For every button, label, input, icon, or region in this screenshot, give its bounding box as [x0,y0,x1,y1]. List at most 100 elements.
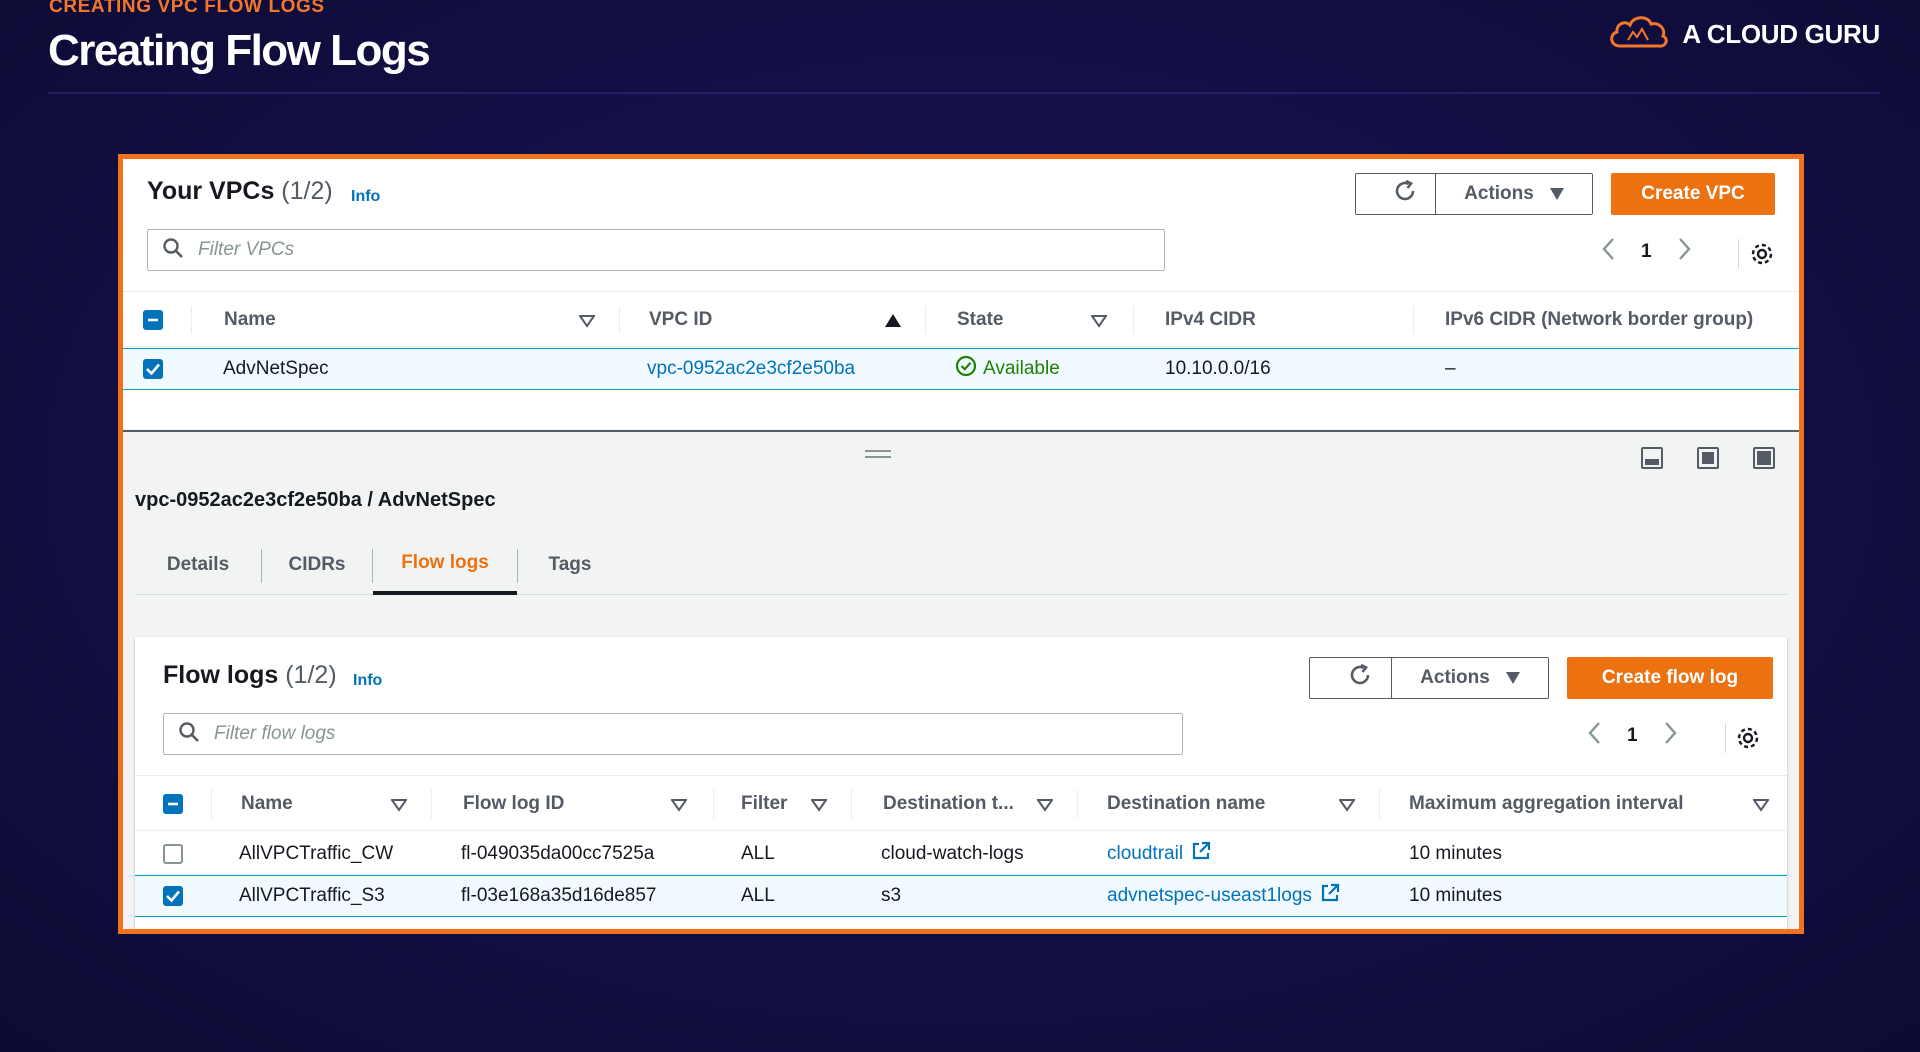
console-frame: Your VPCs (1/2) Info Actions Create VPC … [118,154,1804,934]
col-max-aggregation-interval[interactable]: Maximum aggregation interval [1409,776,1684,832]
col-ipv4-cidr[interactable]: IPv4 CIDR [1165,292,1256,348]
col-ipv6-cidr[interactable]: IPv6 CIDR (Network border group) [1445,292,1753,348]
sort-up-icon[interactable] [885,314,901,327]
tab-flow-logs[interactable]: Flow logs [373,535,517,595]
vpc-ipv6: – [1445,358,1456,379]
sort-down-icon[interactable] [390,798,408,817]
tab-cidrs[interactable]: CIDRs [262,535,372,595]
table-row[interactable]: AdvNetSpec vpc-0952ac2e3cf2e50ba Availab… [123,348,1799,390]
table-row[interactable]: AllVPCTraffic_CW fl-049035da00cc7525a AL… [135,833,1787,875]
vpc-ipv4: 10.10.0.0/16 [1165,358,1271,379]
tab-details[interactable]: Details [135,535,261,595]
vpcs-panel: Your VPCs (1/2) Info Actions Create VPC … [123,159,1799,429]
slide-eyebrow: CREATING VPC FLOW LOGS [49,0,325,17]
vpcs-select-all-checkbox[interactable] [143,310,163,330]
col-destination-type[interactable]: Destination t... [883,776,1014,832]
external-link-icon [1320,883,1340,909]
split-divider[interactable] [123,430,1799,432]
flow-log-filter: ALL [741,885,775,906]
drag-handle-icon[interactable] [865,450,891,458]
col-state[interactable]: State [957,292,1003,348]
search-icon [162,237,184,264]
chevron-right-icon[interactable] [1678,237,1692,267]
flow-logs-actions-label: Actions [1420,667,1490,688]
column-divider [1413,306,1414,334]
refresh-icon [1347,662,1373,694]
flow-logs-actions-button[interactable]: Actions [1391,657,1549,699]
vpc-name: AdvNetSpec [223,358,329,379]
vpcs-info-link[interactable]: Info [351,188,380,206]
chevron-left-icon[interactable] [1587,721,1601,751]
vpcs-settings-icon[interactable] [1749,241,1775,272]
check-circle-icon [955,355,977,383]
vpcs-page-number[interactable]: 1 [1641,241,1652,263]
slide-title: Creating Flow Logs [48,26,431,75]
pager-divider [1738,239,1739,269]
table-row[interactable]: AllVPCTraffic_S3 fl-03e168a35d16de857 AL… [135,875,1787,917]
flow-logs-filter-input[interactable] [214,723,1114,745]
col-vpc-id[interactable]: VPC ID [649,292,712,348]
flow-logs-select-all-checkbox[interactable] [163,794,183,814]
flow-log-dest-link[interactable]: cloudtrail [1107,833,1211,874]
external-link-icon [1191,841,1211,867]
flow-logs-table-header: Name Flow log ID Filter Destination t...… [135,775,1787,831]
row-checkbox[interactable] [163,886,183,906]
vpcs-pagination: 1 [1601,237,1692,267]
flow-log-interval: 10 minutes [1409,885,1502,906]
dest-name-text: cloudtrail [1107,842,1184,864]
flow-log-id: fl-03e168a35d16de857 [461,885,657,906]
flow-log-dest-type: s3 [881,885,902,906]
column-divider [431,790,432,818]
vpcs-actions-label: Actions [1464,183,1534,204]
col-filter[interactable]: Filter [741,776,787,832]
sort-down-icon[interactable] [1036,798,1054,817]
fullscreen-icon[interactable] [1753,447,1775,469]
flow-logs-panel-title: Flow logs (1/2) [163,661,337,689]
flow-logs-settings-icon[interactable] [1735,725,1761,756]
flow-logs-info-link[interactable]: Info [353,672,382,690]
sort-down-icon[interactable] [1338,798,1356,817]
cloud-logo-icon [1606,12,1670,57]
vpc-id-link[interactable]: vpc-0952ac2e3cf2e50ba [647,349,855,389]
slide-header: CREATING VPC FLOW LOGS Creating Flow Log… [48,0,1880,94]
flow-logs-page-number[interactable]: 1 [1627,725,1638,747]
sort-down-icon[interactable] [810,798,828,817]
flow-log-dest-link[interactable]: advnetspec-useast1logs [1107,876,1340,916]
column-divider [211,790,212,818]
vpc-state-text: Available [983,358,1060,379]
flow-log-filter: ALL [741,842,775,864]
col-flow-log-id[interactable]: Flow log ID [463,776,564,832]
col-name[interactable]: Name [241,776,293,832]
column-divider [925,306,926,334]
create-flow-log-button[interactable]: Create flow log [1567,657,1773,699]
caret-down-icon [1505,672,1520,684]
detail-title: vpc-0952ac2e3cf2e50ba / AdvNetSpec [135,489,496,511]
flow-logs-panel: Flow logs (1/2) Info Actions Create flow… [135,637,1787,929]
row-checkbox[interactable] [143,359,163,379]
vpcs-actions-button[interactable]: Actions [1435,173,1593,215]
vpcs-filter-input[interactable] [198,239,1098,261]
vpcs-filter[interactable] [147,229,1165,271]
flow-logs-pagination: 1 [1587,721,1678,751]
sort-down-icon[interactable] [1090,314,1108,333]
column-divider [851,790,852,818]
pager-divider [1725,723,1726,753]
flow-logs-filter[interactable] [163,713,1183,755]
column-divider [713,790,714,818]
create-vpc-button[interactable]: Create VPC [1611,173,1775,215]
split-bottom-icon[interactable] [1641,447,1663,469]
column-divider [1379,790,1380,818]
chevron-right-icon[interactable] [1664,721,1678,751]
col-name[interactable]: Name [224,292,276,348]
tab-tags[interactable]: Tags [518,535,622,595]
sort-down-icon[interactable] [1752,798,1770,817]
col-destination-name[interactable]: Destination name [1107,776,1265,832]
column-divider [1133,306,1134,334]
detail-tabs: Details CIDRs Flow logs Tags [135,535,1787,595]
flow-log-dest-type: cloud-watch-logs [881,842,1024,864]
row-checkbox[interactable] [163,844,183,864]
chevron-left-icon[interactable] [1601,237,1615,267]
sort-down-icon[interactable] [670,798,688,817]
sort-down-icon[interactable] [578,314,596,333]
split-side-icon[interactable] [1697,447,1719,469]
